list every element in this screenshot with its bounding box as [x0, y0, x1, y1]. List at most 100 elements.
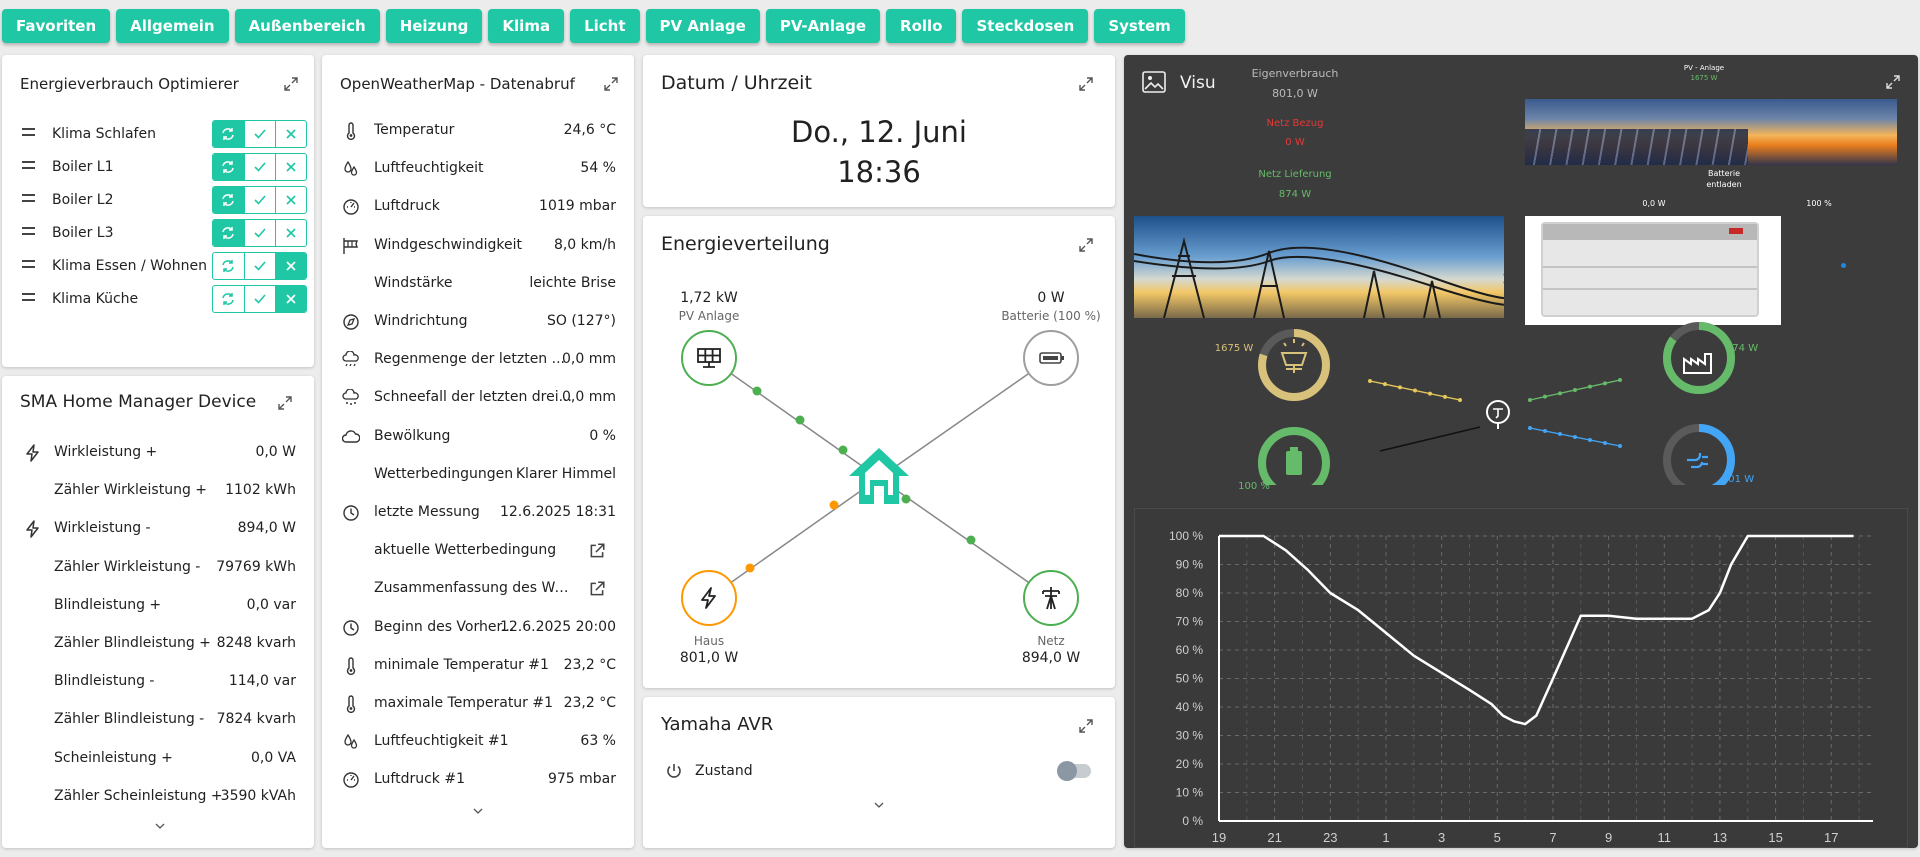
sma-label: Zähler Scheinleistung + — [54, 787, 223, 804]
weather-row: Bewölkung 0 % — [322, 426, 634, 448]
tab-heizung[interactable]: Heizung — [385, 9, 483, 43]
zustand-label: Zustand — [695, 763, 753, 779]
on-button[interactable] — [244, 154, 275, 180]
drag-handle-icon[interactable] — [22, 194, 35, 204]
weather-value: 8,0 km/h — [553, 236, 616, 253]
mode-button-group — [212, 186, 307, 214]
auto-button[interactable] — [213, 187, 244, 213]
y-tick-label: 80 % — [1176, 586, 1204, 600]
grid-value: 894,0 W — [1021, 650, 1081, 666]
grid-label: Netz — [1037, 634, 1065, 648]
x-tick-label: 19 — [1212, 830, 1226, 845]
chevron-down-icon[interactable] — [472, 807, 484, 815]
auto-button[interactable] — [213, 154, 244, 180]
tab-rollo[interactable]: Rollo — [886, 9, 957, 43]
solar-flow-dot — [1413, 388, 1417, 393]
sma-label: Blindleistung - — [54, 673, 155, 690]
lightning-icon — [24, 444, 42, 462]
expand-icon[interactable] — [604, 77, 618, 91]
drag-handle-icon[interactable] — [22, 161, 35, 171]
datetime-card: Datum / Uhrzeit Do., 12. Juni 18:36 — [643, 55, 1115, 207]
off-button[interactable] — [275, 286, 306, 312]
chevron-down-icon[interactable] — [154, 822, 166, 830]
drag-handle-icon[interactable] — [22, 293, 35, 303]
y-tick-label: 70 % — [1176, 615, 1204, 629]
y-tick-label: 90 % — [1176, 558, 1204, 572]
on-button[interactable] — [244, 286, 275, 312]
tab-pv-anlage[interactable]: PV Anlage — [645, 9, 760, 43]
sma-label: Scheinleistung + — [54, 749, 173, 766]
zustand-toggle[interactable] — [1057, 761, 1091, 781]
tab-pv-anlage[interactable]: PV-Anlage — [765, 9, 881, 43]
drag-handle-icon[interactable] — [22, 128, 35, 138]
sma-label: Wirkleistung + — [54, 444, 158, 460]
sma-value: 7824 kvarh — [216, 711, 296, 728]
weather-label: Temperatur — [374, 122, 455, 138]
weather-value: 23,2 °C — [563, 695, 616, 711]
weather-row: Temperatur 24,6 °C — [322, 120, 634, 142]
sma-row: Blindleistung - 114,0 var — [2, 671, 314, 693]
auto-button[interactable] — [213, 220, 244, 246]
plug-value: 801 W — [1721, 474, 1755, 485]
sma-row: Zähler Blindleistung + 8248 kvarh — [2, 633, 314, 655]
on-button[interactable] — [244, 220, 275, 246]
off-button[interactable] — [275, 220, 306, 246]
energy-gauges — [1258, 322, 1735, 485]
x-tick-label: 9 — [1605, 830, 1612, 845]
tab-licht[interactable]: Licht — [570, 9, 640, 43]
on-button[interactable] — [244, 253, 275, 279]
on-button[interactable] — [244, 121, 275, 147]
sma-label: Zähler Wirkleistung - — [54, 558, 201, 575]
expand-icon[interactable] — [284, 77, 298, 91]
off-button[interactable] — [275, 187, 306, 213]
x-tick-label: 7 — [1549, 830, 1556, 845]
visu-card: Visu Eigenverbrauch 801,0 W Netz Bezug 0… — [1124, 55, 1918, 848]
optimizer-title: Energieverbrauch Optimierer — [20, 75, 239, 93]
weather-value: 0,0 mm — [562, 389, 616, 406]
weather-label: Luftfeuchtigkeit — [374, 160, 484, 177]
x-tick-label: 5 — [1494, 830, 1501, 845]
solar-flow-dot — [1428, 391, 1432, 396]
auto-button[interactable] — [213, 121, 244, 147]
expand-icon[interactable] — [278, 396, 292, 410]
weather-row[interactable]: aktuelle Wetterbedingung — [322, 540, 634, 562]
off-button[interactable] — [275, 154, 306, 180]
tab-system[interactable]: System — [1094, 9, 1185, 43]
weather-row: minimale Temperatur #1 23,2 °C — [322, 655, 634, 677]
sma-value: 3590 kVAh — [220, 787, 296, 804]
off-button[interactable] — [275, 253, 306, 279]
tab-favoriten[interactable]: Favoriten — [2, 9, 111, 43]
external-link-icon[interactable] — [588, 542, 605, 558]
off-button[interactable] — [275, 121, 306, 147]
expand-icon[interactable] — [1079, 719, 1093, 733]
clock-icon — [342, 504, 360, 522]
y-tick-label: 20 % — [1176, 757, 1204, 771]
auto-button[interactable] — [213, 286, 244, 312]
auto-button[interactable] — [213, 253, 244, 279]
expand-icon[interactable] — [1079, 77, 1093, 91]
weather-label: Luftdruck #1 — [374, 771, 466, 788]
solar-panel-icon — [697, 348, 721, 368]
plug-flow-dot — [1618, 444, 1622, 448]
drag-handle-icon[interactable] — [22, 227, 35, 237]
on-button[interactable] — [244, 187, 275, 213]
y-tick-label: 50 % — [1176, 672, 1204, 686]
factory-flow-dot — [1573, 388, 1577, 392]
factory-flow-dot — [1528, 398, 1532, 402]
optimizer-row: Klima Küche — [2, 285, 314, 313]
tab-steckdosen[interactable]: Steckdosen — [962, 9, 1089, 43]
y-tick-label: 60 % — [1176, 643, 1204, 657]
weather-value: 12.6.2025 18:31 — [499, 504, 616, 520]
drag-handle-icon[interactable] — [22, 260, 35, 270]
x-tick-label: 1 — [1382, 830, 1389, 845]
external-link-icon[interactable] — [588, 580, 605, 596]
battery-gauge-value: 100 % — [1238, 481, 1270, 492]
weather-row[interactable]: Zusammenfassung des Wet... — [322, 578, 634, 600]
tab-allgemein[interactable]: Allgemein — [116, 9, 229, 43]
tab-außenbereich[interactable]: Außenbereich — [234, 9, 380, 43]
chevron-down-icon[interactable] — [873, 801, 885, 809]
tab-klima[interactable]: Klima — [488, 9, 565, 43]
weather-value: 0,0 mm — [562, 351, 616, 368]
rain-icon — [342, 351, 360, 369]
battery-tip-icon — [1290, 447, 1298, 451]
